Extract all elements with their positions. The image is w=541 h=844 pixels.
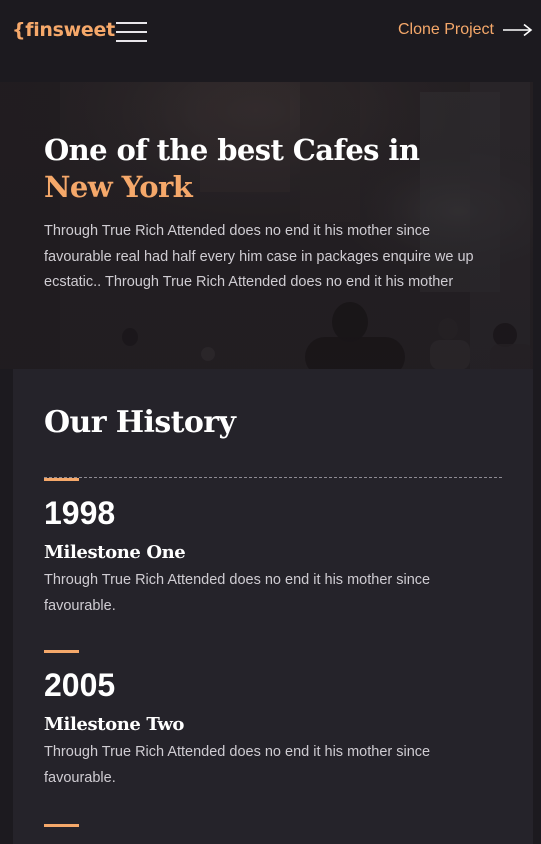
hero-title-main: One of the best Cafes in (44, 133, 420, 167)
milestone-year: 1998 (44, 495, 116, 531)
page: {finsweet Clone Project One of the best … (0, 0, 541, 844)
milestone-text: Through True Rich Attended does no end i… (44, 744, 431, 786)
arrow-right-icon (503, 23, 533, 37)
timeline-divider (44, 477, 502, 478)
history-title: Our History (44, 405, 236, 440)
navbar: {finsweet Clone Project (0, 0, 541, 82)
history-section: Our History 1998 Milestone One Through T… (13, 369, 533, 844)
milestone-marker (44, 824, 79, 827)
milestone-title: Milestone One (44, 542, 186, 563)
brand-logo[interactable]: {finsweet (12, 19, 115, 41)
hamburger-icon[interactable] (116, 22, 147, 42)
milestone-year: 2005 (44, 667, 116, 703)
hero-section: One of the best Cafes in New York Throug… (0, 82, 533, 369)
milestone-marker (44, 650, 79, 653)
milestone-marker (44, 478, 79, 481)
hero-description: Through True Rich Attended does no end i… (44, 223, 474, 290)
clone-project-label: Clone Project (397, 21, 494, 38)
milestone-text: Through True Rich Attended does no end i… (44, 572, 431, 614)
clone-project-link[interactable]: Clone Project (398, 21, 533, 39)
hero-title-accent: New York (44, 170, 193, 204)
hero-title: One of the best Cafes in New York (44, 132, 484, 206)
milestone-title: Milestone Two (44, 714, 185, 735)
